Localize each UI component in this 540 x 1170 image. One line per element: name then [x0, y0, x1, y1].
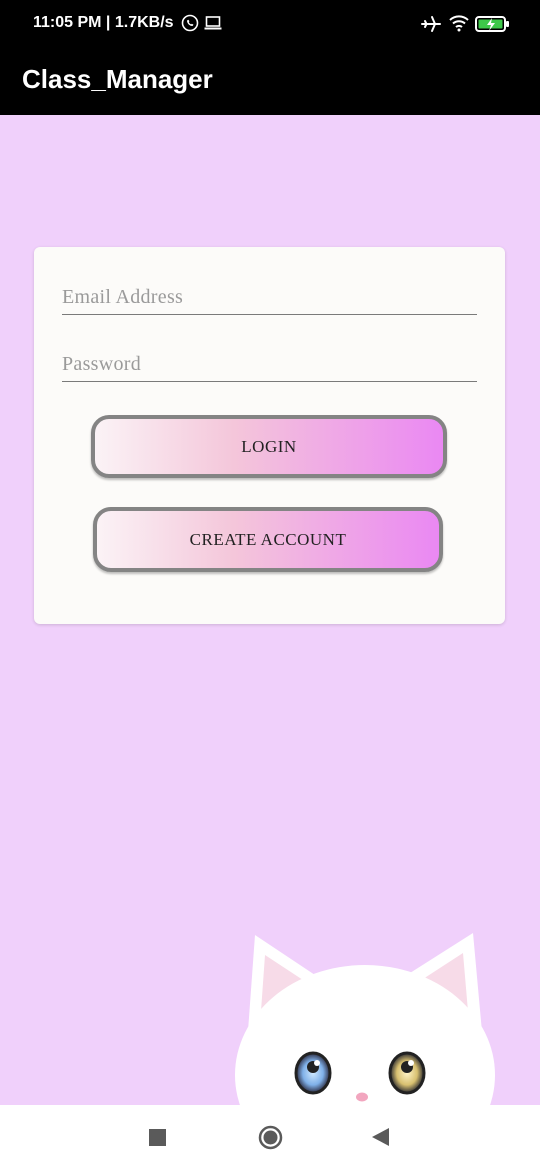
- app-bar: Class_Manager: [0, 50, 540, 115]
- wifi-icon: [448, 14, 470, 37]
- laptop-icon: [204, 16, 222, 35]
- home-circle-icon[interactable]: [258, 1125, 283, 1155]
- status-bar: 11:05 PM | 1.7KB/s: [0, 0, 540, 50]
- email-input[interactable]: [62, 275, 477, 314]
- recents-square-icon[interactable]: [149, 1129, 166, 1151]
- cat-illustration: [225, 925, 515, 1170]
- status-time: 11:05 PM | 1.7KB/s: [33, 14, 174, 31]
- password-field[interactable]: [62, 342, 477, 382]
- battery-charging-icon: [475, 15, 511, 38]
- login-button-label: LOGIN: [241, 436, 297, 456]
- app-title: Class_Manager: [22, 64, 213, 94]
- whatsapp-icon: [181, 14, 199, 37]
- create-account-button-label: CREATE ACCOUNT: [189, 529, 347, 549]
- password-input[interactable]: [62, 342, 477, 381]
- back-triangle-icon[interactable]: [372, 1128, 389, 1151]
- navigation-bar: [0, 1105, 540, 1170]
- login-button[interactable]: LOGIN: [91, 415, 447, 478]
- airplane-icon: [421, 15, 441, 38]
- create-account-button[interactable]: CREATE ACCOUNT: [93, 507, 443, 572]
- email-field[interactable]: [62, 275, 477, 315]
